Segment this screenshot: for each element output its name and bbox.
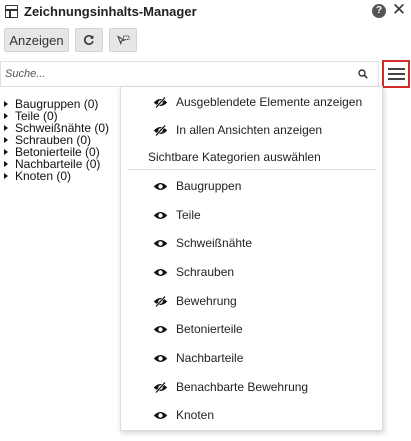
category-item-benachbarte-bewehrung[interactable]: Benachbarte Bewehrung	[121, 374, 382, 400]
eye-icon	[153, 325, 168, 333]
hamburger-menu-button[interactable]	[382, 60, 410, 88]
content-manager-icon	[5, 5, 18, 18]
menu-item-show-hidden[interactable]: Ausgeblendete Elemente anzeigen	[121, 89, 382, 115]
eye-crossed-icon	[153, 381, 168, 393]
tree-item-knoten[interactable]: Knoten (0)	[4, 170, 109, 182]
tree-item-label: Knoten (0)	[15, 169, 72, 183]
category-item-schrauben[interactable]: Schrauben	[121, 259, 382, 285]
menu-item-label: In allen Ansichten anzeigen	[176, 123, 323, 137]
hamburger-line	[387, 78, 405, 80]
close-icon[interactable]: ✕	[391, 1, 407, 19]
refresh-icon	[84, 34, 94, 45]
hamburger-line	[387, 68, 405, 70]
eye-icon	[153, 239, 168, 247]
hamburger-line	[387, 73, 405, 75]
eye-icon	[153, 268, 168, 276]
select-objects-button[interactable]	[109, 28, 137, 52]
category-item-knoten[interactable]: Knoten	[121, 402, 382, 428]
category-tree: Baugruppen (0) Teile (0) Schweißnähte (0…	[4, 98, 109, 182]
expand-arrow-icon[interactable]	[4, 125, 8, 131]
category-item-bewehrung[interactable]: Bewehrung	[121, 288, 382, 314]
category-item-baugruppen[interactable]: Baugruppen	[121, 173, 382, 199]
panel-title: Zeichnungsinhalts-Manager	[24, 4, 197, 19]
category-item-betonierteile[interactable]: Betonierteile	[121, 316, 382, 342]
category-item-label: Benachbarte Bewehrung	[176, 380, 309, 394]
category-item-label: Teile	[176, 208, 201, 222]
category-item-label: Knoten	[176, 408, 215, 422]
section-label-visible-categories: Sichtbare Kategorien auswählen	[148, 150, 321, 164]
category-item-label: Nachbarteile	[176, 351, 244, 365]
category-item-nachbarteile[interactable]: Nachbarteile	[121, 345, 382, 371]
category-item-label: Schrauben	[176, 265, 235, 279]
eye-icon	[153, 354, 168, 362]
eye-crossed-icon	[153, 124, 168, 136]
menu-divider	[127, 169, 377, 170]
help-icon[interactable]: ?	[372, 4, 386, 18]
eye-icon	[153, 211, 168, 219]
expand-arrow-icon[interactable]	[4, 101, 8, 107]
options-dropdown: Ausgeblendete Elemente anzeigen In allen…	[120, 86, 383, 431]
category-item-schweissnaehte[interactable]: Schweißnähte	[121, 230, 382, 256]
category-item-label: Bewehrung	[176, 294, 237, 308]
show-button[interactable]: Anzeigen	[4, 28, 69, 52]
refresh-button[interactable]	[75, 28, 103, 52]
expand-arrow-icon[interactable]	[4, 137, 8, 143]
expand-arrow-icon[interactable]	[4, 173, 8, 179]
eye-icon	[153, 182, 168, 190]
expand-arrow-icon[interactable]	[4, 113, 8, 119]
search-icon[interactable]	[358, 69, 368, 79]
eye-crossed-icon	[153, 96, 168, 108]
category-item-label: Baugruppen	[176, 179, 242, 193]
panel-header: Zeichnungsinhalts-Manager ? ✕	[0, 0, 411, 24]
search-input[interactable]	[5, 66, 335, 82]
eye-icon	[153, 411, 168, 419]
category-item-label: Schweißnähte	[176, 236, 253, 250]
expand-arrow-icon[interactable]	[4, 149, 8, 155]
expand-arrow-icon[interactable]	[4, 161, 8, 167]
search-box	[0, 61, 379, 87]
eye-crossed-icon	[153, 295, 168, 307]
category-item-teile[interactable]: Teile	[121, 202, 382, 228]
select-objects-icon	[116, 35, 130, 45]
category-item-label: Betonierteile	[176, 322, 243, 336]
menu-item-show-in-all-views[interactable]: In allen Ansichten anzeigen	[121, 117, 382, 143]
menu-item-label: Ausgeblendete Elemente anzeigen	[176, 95, 363, 109]
